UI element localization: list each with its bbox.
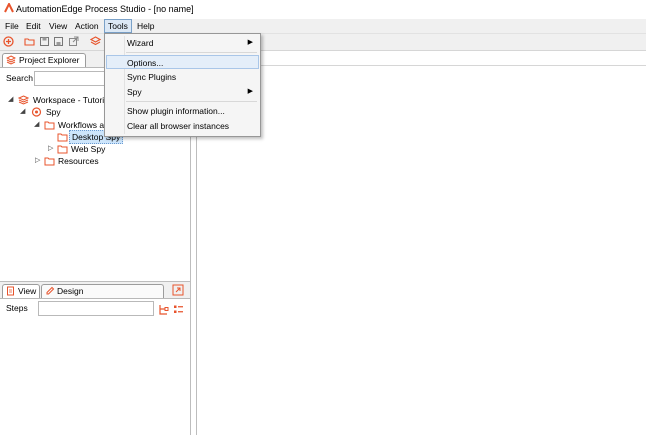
menu-item-label: Wizard — [127, 38, 154, 48]
menu-item-wizard[interactable]: Wizard ▶ — [106, 36, 259, 50]
menu-action[interactable]: Action — [72, 20, 102, 32]
collapse-icon[interactable]: ◢ — [8, 94, 16, 106]
workspace-icon — [18, 95, 29, 105]
tree-item-label: Resources — [58, 156, 99, 166]
folder-icon — [57, 133, 68, 142]
search-label: Search — [6, 73, 33, 83]
menu-item-spy[interactable]: Spy ▶ — [106, 85, 259, 99]
folder-icon — [57, 145, 68, 154]
tab-design[interactable]: Design — [41, 284, 165, 298]
tab-view-label: View — [18, 286, 37, 296]
layers-icon[interactable] — [90, 36, 101, 47]
menu-view[interactable]: View — [46, 20, 70, 32]
menu-item-show-plugin-information[interactable]: Show plugin information... — [106, 104, 259, 118]
tab-project-explorer[interactable]: Project Explorer — [2, 53, 87, 67]
layers-icon — [6, 55, 16, 65]
export-icon[interactable] — [68, 36, 79, 47]
expand-icon[interactable]: ▷ — [48, 143, 56, 155]
menu-item-sync-plugins[interactable]: Sync Plugins — [106, 70, 259, 84]
open-folder-icon[interactable] — [24, 36, 35, 47]
save-as-icon[interactable] — [53, 36, 64, 47]
steps-label: Steps — [6, 303, 28, 313]
collapse-tree-icon[interactable] — [158, 304, 169, 315]
collapse-icon[interactable]: ◢ — [34, 119, 42, 131]
canvas-area[interactable] — [196, 51, 646, 435]
pencil-icon — [46, 286, 55, 295]
maximize-icon[interactable] — [172, 284, 184, 296]
menu-separator — [126, 52, 257, 53]
menu-file[interactable]: File — [2, 20, 22, 32]
tab-project-explorer-label: Project Explorer — [19, 55, 80, 65]
menu-item-clear-browser-instances[interactable]: Clear all browser instances — [106, 119, 259, 133]
menu-tools[interactable]: Tools — [104, 19, 132, 33]
project-icon — [31, 107, 42, 117]
menu-item-label: Clear all browser instances — [127, 121, 230, 131]
menu-separator — [126, 101, 257, 102]
menu-help[interactable]: Help — [134, 20, 157, 32]
tree-item-label: Spy — [46, 107, 61, 117]
design-tabbar: View Design — [0, 281, 190, 299]
automationedge-logo-icon — [4, 3, 14, 13]
menu-bar: File Edit View Action Tools Help — [0, 19, 646, 34]
tree-item-resources[interactable]: ▷ Resources — [0, 155, 190, 167]
window-title: AutomationEdge Process Studio - [no name… — [16, 4, 194, 14]
steps-search-input[interactable] — [38, 301, 154, 316]
new-icon[interactable] — [3, 36, 14, 47]
tools-menu-dropdown: Wizard ▶ Options... Sync Plugins Spy ▶ S… — [104, 33, 261, 137]
menu-item-label: Sync Plugins — [127, 72, 177, 82]
title-bar: AutomationEdge Process Studio - [no name… — [0, 0, 646, 18]
tree-item-web-spy[interactable]: ▷ Web Spy — [0, 143, 190, 155]
tab-view[interactable]: View — [2, 284, 41, 298]
menu-item-label: Spy — [127, 87, 142, 97]
folder-icon — [44, 157, 55, 166]
save-icon[interactable] — [39, 36, 50, 47]
collapse-icon[interactable]: ◢ — [20, 106, 28, 118]
menu-item-label: Options... — [127, 58, 164, 68]
submenu-arrow-icon: ▶ — [247, 39, 253, 46]
expand-list-icon[interactable] — [173, 304, 184, 315]
folder-icon — [44, 121, 55, 130]
tab-design-label: Design — [57, 286, 84, 296]
menu-item-label: Show plugin information... — [127, 106, 225, 116]
toolbar — [0, 34, 646, 51]
canvas-tab-strip — [196, 51, 646, 66]
view-icon — [7, 286, 14, 296]
menu-edit[interactable]: Edit — [23, 20, 44, 32]
expand-icon[interactable]: ▷ — [35, 155, 43, 167]
tree-item-label: Web Spy — [71, 144, 106, 154]
tree-item-label: Workspace - Tutoria — [33, 95, 109, 105]
menu-item-options[interactable]: Options... — [106, 55, 259, 69]
submenu-arrow-icon: ▶ — [247, 88, 253, 95]
